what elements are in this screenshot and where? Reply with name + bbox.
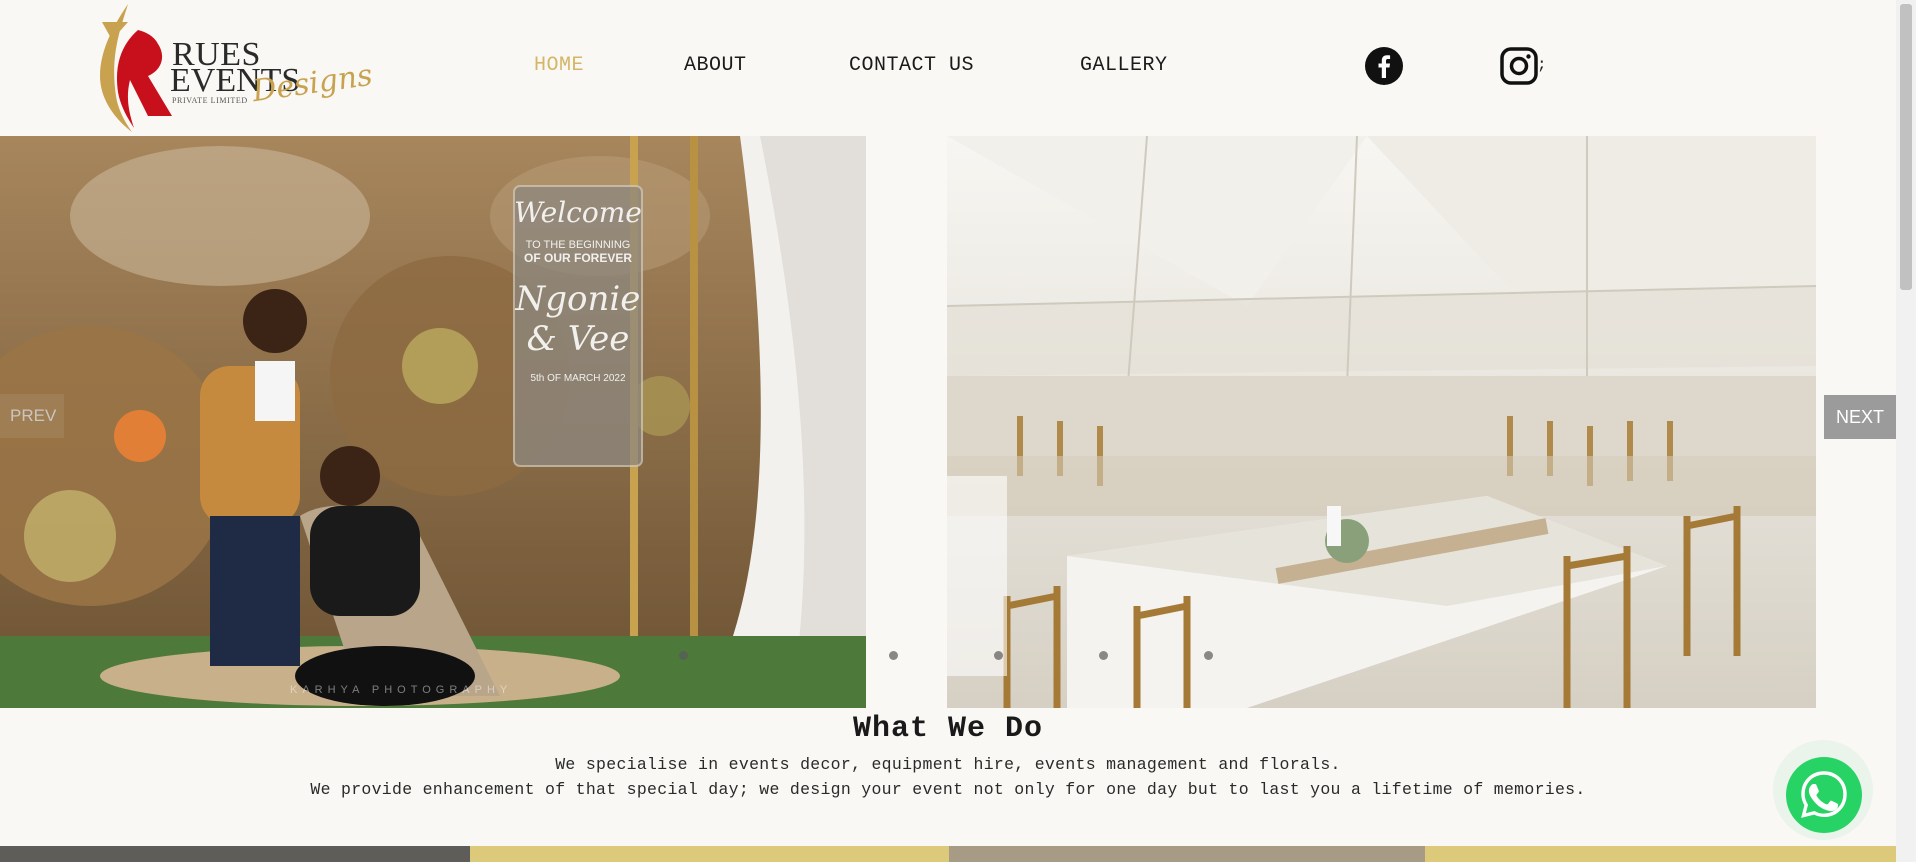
facebook-icon (1365, 47, 1403, 85)
sign-line1: TO THE BEGINNING (525, 239, 631, 251)
slider-next-button[interactable]: NEXT (1824, 395, 1896, 439)
nav-gallery[interactable]: GALLERY (1080, 54, 1168, 77)
gallery-tile-1[interactable] (0, 846, 470, 862)
instagram-link[interactable] (1500, 47, 1538, 85)
nav-home[interactable]: HOME (534, 54, 584, 77)
gallery-tile-3[interactable] (949, 846, 1425, 862)
logo-tagline: PRIVATE LIMITED (172, 96, 248, 105)
whatsapp-icon (1801, 771, 1847, 818)
photo-watermark: KARHYA PHOTOGRAPHY (290, 684, 513, 696)
page-scrollbar[interactable] (1896, 0, 1916, 862)
what-we-do-text-1: We specialise in events decor, equipment… (555, 755, 1341, 774)
logo-mark-icon (100, 4, 172, 132)
sign-date: 5th OF MARCH 2022 (530, 373, 626, 384)
brand-logo[interactable]: RUES EVENTS PRIVATE LIMITED Designs (92, 0, 375, 136)
slider-dot-3[interactable] (994, 651, 1003, 660)
hero-slider[interactable]: Welcome TO THE BEGINNING OF OUR FOREVER … (0, 136, 1896, 708)
sign-line2: OF OUR FOREVER (523, 251, 632, 265)
slider-dot-2[interactable] (889, 651, 898, 660)
slider-dot-5[interactable] (1204, 651, 1213, 660)
slide-couple-photo: Welcome TO THE BEGINNING OF OUR FOREVER … (0, 136, 866, 708)
whatsapp-button[interactable] (1786, 757, 1862, 833)
site-header: RUES EVENTS PRIVATE LIMITED Designs HOME… (0, 0, 1896, 136)
nav-about[interactable]: ABOUT (684, 54, 747, 77)
gallery-tile-2[interactable] (470, 846, 949, 862)
sign-names1: Ngonie (515, 279, 641, 319)
nav-trailing-text: ; (1537, 56, 1547, 74)
nav-contact-us[interactable]: CONTACT US (849, 54, 974, 77)
sign-title: Welcome (514, 196, 642, 229)
what-we-do-heading: What We Do (852, 712, 1044, 746)
slide-tent-reception-photo (947, 136, 1816, 708)
facebook-link[interactable] (1365, 47, 1403, 85)
gallery-tile-4[interactable] (1425, 846, 1896, 862)
scrollbar-thumb[interactable] (1900, 4, 1912, 290)
what-we-do-text-2: We provide enhancement of that special d… (310, 780, 1586, 799)
slider-prev-button[interactable]: PREV (0, 394, 64, 438)
instagram-icon (1500, 47, 1538, 85)
sign-names2: & Vee (526, 319, 630, 359)
slider-dot-4[interactable] (1099, 651, 1108, 660)
slider-dot-1[interactable] (679, 651, 688, 660)
